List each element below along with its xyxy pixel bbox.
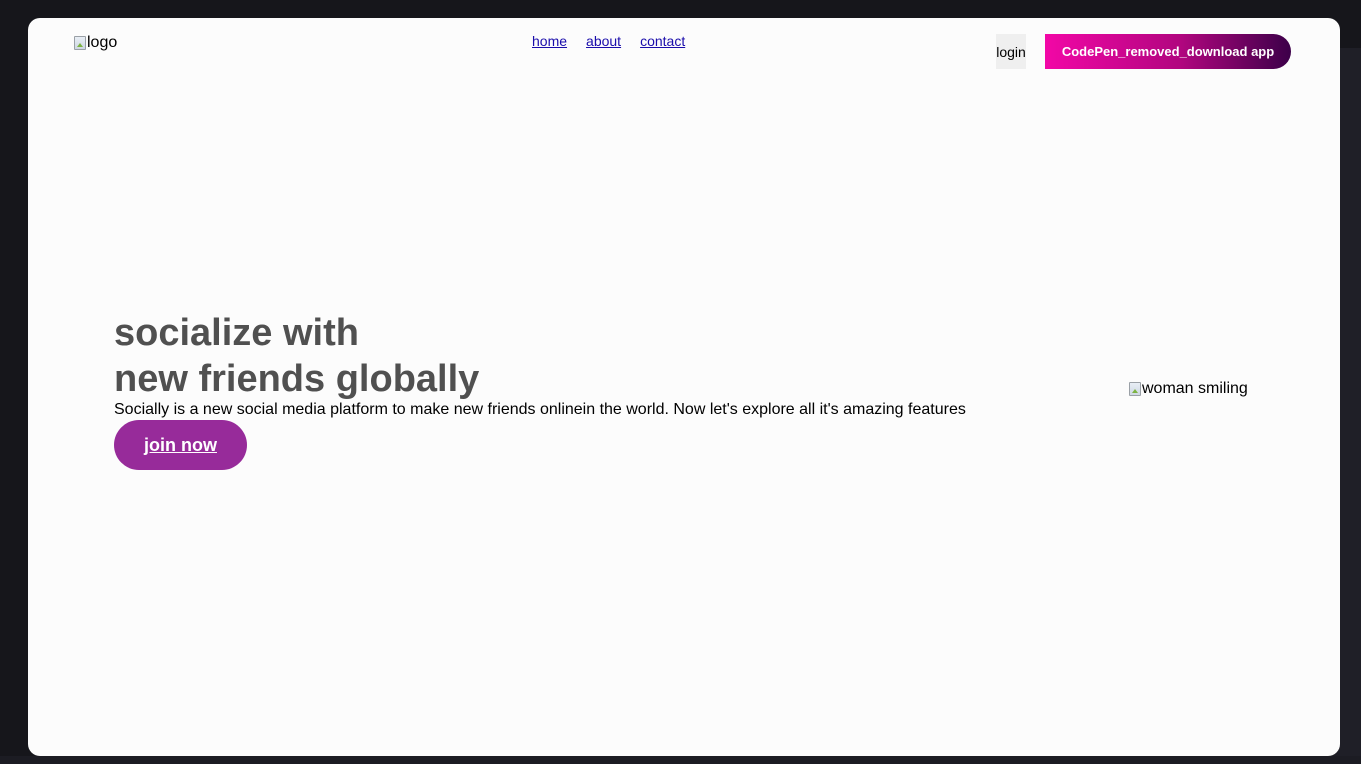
main-nav: home about contact [532, 33, 685, 49]
hero-image-alt-text: woman smiling [1142, 380, 1248, 397]
join-now-button[interactable]: join now [114, 420, 247, 470]
hero-description: Socially is a new social media platform … [114, 401, 966, 418]
hero-title-line-2: new friends globally [114, 358, 480, 400]
broken-image-icon [1129, 382, 1141, 396]
login-button[interactable]: login [996, 34, 1026, 69]
broken-image-icon [74, 36, 86, 50]
download-app-button[interactable]: CodePen_removed_download app [1045, 34, 1291, 69]
hero-title-line-1: socialize with [114, 312, 359, 354]
logo-image[interactable]: logo [74, 34, 117, 52]
logo-alt-text: logo [87, 34, 118, 51]
hero-title: socialize with new friends globally [114, 310, 479, 402]
nav-link-contact[interactable]: contact [640, 33, 685, 49]
nav-link-home[interactable]: home [532, 33, 567, 49]
nav-link-about[interactable]: about [586, 33, 621, 49]
hero-image: woman smiling [1129, 380, 1248, 398]
page-frame: logo home about contact login CodePen_re… [28, 18, 1340, 756]
backdrop-bottom [0, 756, 1361, 764]
